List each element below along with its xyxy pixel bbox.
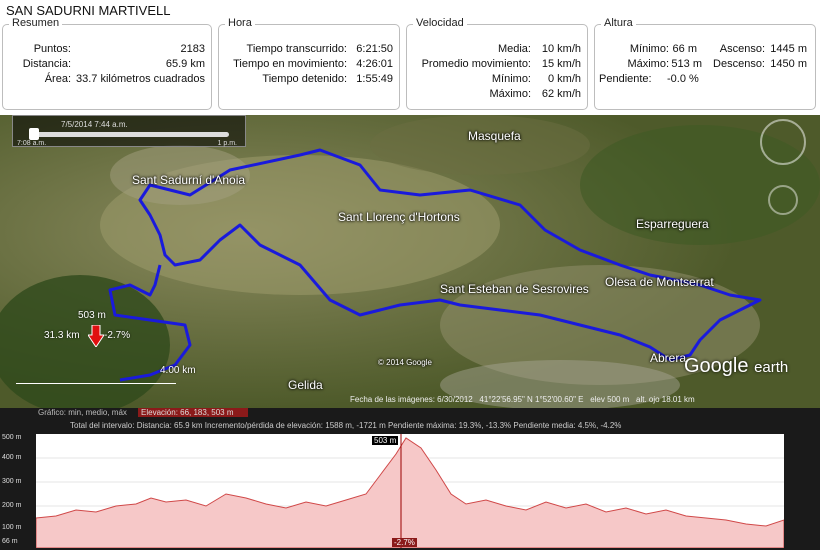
eye-altitude: alt. ojo 18.01 km [636,395,695,404]
map-coordinates: 41°22'56.95" N 1°52'00.60" E [479,395,584,404]
avg-speed-label: Media: [497,43,531,55]
profile-cursor-grade-tag: -2.7% [392,538,417,547]
stopped-time-value: 1:55:49 [356,73,393,85]
satellite-map[interactable]: 7/5/2014 7:44 a.m. 7:08 a.m. 1 p.m. Masq… [0,115,820,408]
altitude-panel-title: Altura [601,17,636,29]
area-value: 33.7 kilómetros cuadrados [75,73,205,85]
place-label-esparreguera: Esparreguera [636,217,709,231]
elevation-chart[interactable] [35,434,785,549]
grade-value: -0.0 % [667,73,699,85]
zoom-control[interactable] [768,185,798,215]
tour-timestamp: 7/5/2014 7:44 a.m. [61,120,128,129]
route-km-annotation: 31.3 km [44,330,80,341]
altitude-panel: Altura Mínimo: 66 m Ascenso: 1445 m Máxi… [594,17,816,110]
y-tick-label: 300 m [2,478,22,485]
points-value: 2183 [180,43,205,55]
place-label-sant-sadurni: Sant Sadurní d'Anoia [132,173,246,187]
tour-slider[interactable]: 7/5/2014 7:44 a.m. 7:08 a.m. 1 p.m. [12,115,246,147]
y-tick-label: 100 m [2,524,22,531]
area-label: Área: [44,73,71,85]
moving-time-label: Tiempo en movimiento: [233,58,347,70]
min-alt-value: 66 m [672,43,697,55]
imagery-date: Fecha de las imágenes: 6/30/2012 [350,395,473,404]
profile-peak-tag: 503 m [372,436,399,445]
position-marker-icon [88,325,104,347]
y-tick-label: 200 m [2,502,22,509]
speed-panel-title: Velocidad [413,17,467,29]
summary-panel-title: Resumen [9,17,63,29]
elevation-chart-svg [35,434,785,549]
window-title: SAN SADURNI MARTIVELL [6,3,171,18]
summary-panel: Resumen Puntos: 2183 Distancia: 65.9 km … [2,17,212,110]
descent-value: 1450 m [770,58,807,70]
profile-stats: Total del intervalo: Distancia: 65.9 km … [70,421,622,430]
grade-label: Pendiente: [599,73,652,85]
min-alt-label: Mínimo: [629,43,669,55]
max-speed-label: Máximo: [489,88,531,100]
moving-time-value: 4:26:01 [356,58,393,70]
map-copyright: © 2014 Google [378,358,432,367]
place-label-sant-esteban: Sant Esteban de Sesrovires [440,282,589,296]
elapsed-time-label: Tiempo transcurrido: [246,43,347,55]
min-speed-value: 0 km/h [547,73,581,85]
min-speed-label: Mínimo: [491,73,531,85]
place-label-olesa: Olesa de Montserrat [605,275,714,289]
distance-value: 65.9 km [165,58,205,70]
elapsed-time-value: 6:21:50 [356,43,393,55]
google-earth-brand: Google [684,355,749,377]
elevation-area [35,437,785,549]
time-panel: Hora Tiempo transcurrido: 6:21:50 Tiempo… [218,17,400,110]
y-tick-label: 66 m [2,538,18,545]
tour-start-label: 7:08 a.m. [17,140,47,147]
map-elevation: elev 500 m [590,395,630,404]
map-statusbar: Fecha de las imágenes: 6/30/2012 41°22'5… [350,395,695,404]
tour-end-label: 1 p.m. [217,140,237,147]
place-label-sant-llorenc: Sant Llorenç d'Hortons [338,210,460,224]
speed-panel: Velocidad Media: 10 km/h Promedio movimi… [406,17,588,110]
max-alt-label: Máximo: [627,58,669,70]
moving-avg-speed-value: 15 km/h [541,58,581,70]
place-label-gelida: Gelida [288,378,323,392]
ascent-value: 1445 m [770,43,807,55]
google-earth-logo: Google earth [684,355,788,378]
route-grade-annotation: -2.7% [104,330,131,341]
avg-speed-value: 10 km/h [541,43,581,55]
y-tick-label: 500 m [2,434,22,441]
ascent-label: Ascenso: [719,43,765,55]
points-label: Puntos: [33,43,71,55]
place-label-masquefa: Masquefa [468,129,521,143]
time-panel-title: Hora [225,17,255,29]
tour-track[interactable] [29,132,229,137]
route-elevation-annotation: 503 m [78,310,106,321]
profile-header: Gráfico: min, medio, máx [38,408,127,417]
map-scale-bar [16,383,176,384]
elevation-profile-panel[interactable]: Gráfico: min, medio, máx Elevación: 66, … [0,408,820,550]
profile-elevation-tag: Elevación: 66, 183, 503 m [138,408,248,417]
max-alt-value: 513 m [671,58,702,70]
stopped-time-label: Tiempo detenido: [262,73,347,85]
google-earth-brand-suffix: earth [754,359,789,376]
distance-label: Distancia: [22,58,71,70]
tour-knob[interactable] [29,128,39,140]
compass-control[interactable] [760,119,806,165]
y-tick-label: 400 m [2,454,22,461]
place-label-abrera: Abrera [650,351,687,365]
moving-avg-speed-label: Promedio movimiento: [421,58,531,70]
descent-label: Descenso: [713,58,765,70]
map-scale-label: 4.00 km [160,365,196,376]
max-speed-value: 62 km/h [541,88,581,100]
